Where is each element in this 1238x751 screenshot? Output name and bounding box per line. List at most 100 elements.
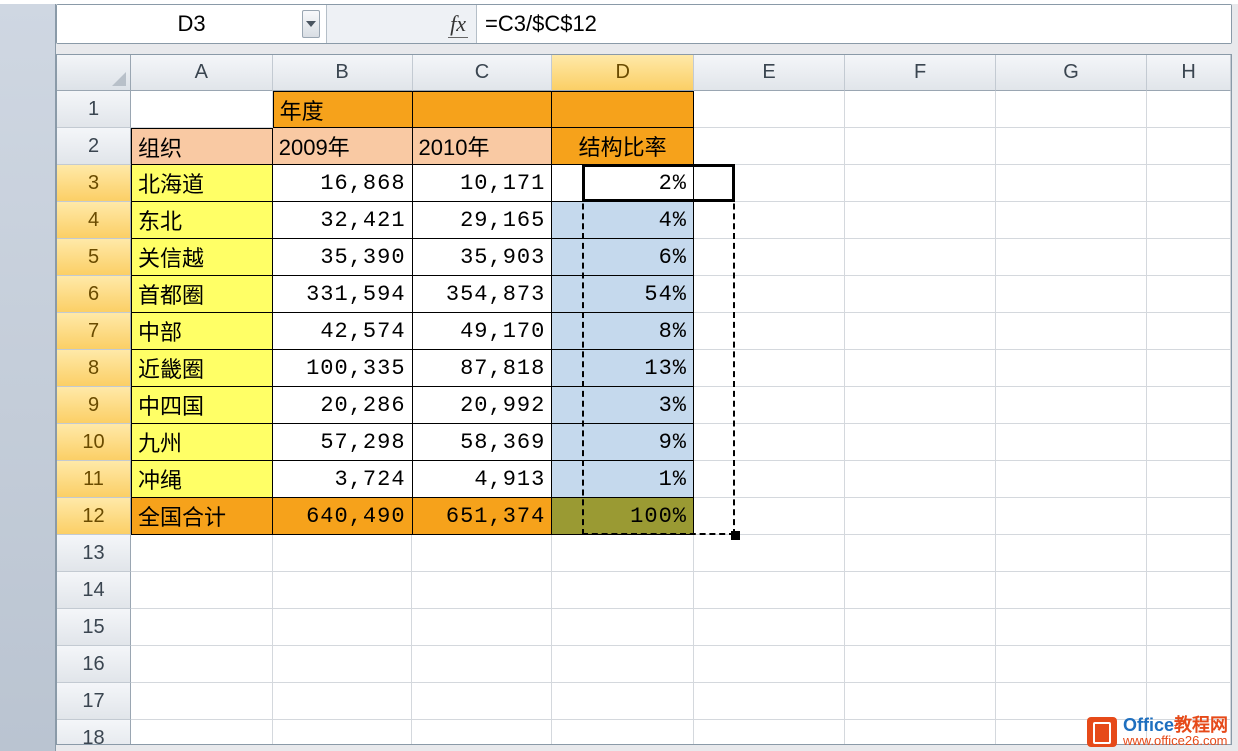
cell-empty[interactable] xyxy=(996,165,1147,202)
cell-empty[interactable] xyxy=(996,424,1147,461)
cell-empty[interactable] xyxy=(996,202,1147,239)
cell-empty[interactable] xyxy=(694,91,845,128)
cell-C1[interactable] xyxy=(413,91,553,128)
cell-2010-5[interactable]: 35,903 xyxy=(413,239,553,276)
cell-empty[interactable] xyxy=(1147,202,1231,239)
column-header-C[interactable]: C xyxy=(413,55,553,91)
cell-empty[interactable] xyxy=(552,720,694,745)
cell-2009-6[interactable]: 331,594 xyxy=(273,276,413,313)
select-all-corner[interactable] xyxy=(57,55,131,91)
cell-empty[interactable] xyxy=(694,646,845,683)
cell-2009-11[interactable]: 3,724 xyxy=(273,461,413,498)
cell-empty[interactable] xyxy=(1147,609,1231,646)
cell-empty[interactable] xyxy=(412,572,552,609)
cell-empty[interactable] xyxy=(996,609,1147,646)
cell-2010-3[interactable]: 10,171 xyxy=(413,165,553,202)
row-header-5[interactable]: 5 xyxy=(57,239,131,276)
row-header-10[interactable]: 10 xyxy=(57,424,131,461)
cell-empty[interactable] xyxy=(996,646,1147,683)
cell-2009-8[interactable]: 100,335 xyxy=(273,350,413,387)
row-header-12[interactable]: 12 xyxy=(57,498,131,535)
header-ratio[interactable]: 结构比率 xyxy=(552,128,694,165)
column-header-B[interactable]: B xyxy=(273,55,413,91)
cell-empty[interactable] xyxy=(845,387,996,424)
column-header-F[interactable]: F xyxy=(845,55,996,91)
cell-2009-4[interactable]: 32,421 xyxy=(273,202,413,239)
cell-empty[interactable] xyxy=(996,91,1147,128)
fill-handle[interactable] xyxy=(731,531,740,540)
row-header-6[interactable]: 6 xyxy=(57,276,131,313)
cell-empty[interactable] xyxy=(845,535,996,572)
cell-2010-11[interactable]: 4,913 xyxy=(413,461,553,498)
cell-ratio-10[interactable]: 9% xyxy=(552,424,694,461)
cell-empty[interactable] xyxy=(996,350,1147,387)
column-header-G[interactable]: G xyxy=(996,55,1147,91)
cell-empty[interactable] xyxy=(845,720,996,745)
row-header-4[interactable]: 4 xyxy=(57,202,131,239)
cell-empty[interactable] xyxy=(694,572,845,609)
cell-empty[interactable] xyxy=(1147,239,1231,276)
cell-ratio-8[interactable]: 13% xyxy=(552,350,694,387)
cell-2010-9[interactable]: 20,992 xyxy=(413,387,553,424)
cell-empty[interactable] xyxy=(694,276,845,313)
row-header-7[interactable]: 7 xyxy=(57,313,131,350)
cell-empty[interactable] xyxy=(1147,128,1231,165)
cell-empty[interactable] xyxy=(412,609,552,646)
cell-empty[interactable] xyxy=(131,683,273,720)
cell-ratio-6[interactable]: 54% xyxy=(552,276,694,313)
cell-empty[interactable] xyxy=(694,609,845,646)
row-header-11[interactable]: 11 xyxy=(57,461,131,498)
cell-empty[interactable] xyxy=(131,535,273,572)
cell-2010-4[interactable]: 29,165 xyxy=(413,202,553,239)
cell-empty[interactable] xyxy=(694,720,845,745)
cell-empty[interactable] xyxy=(845,165,996,202)
cell-empty[interactable] xyxy=(273,646,413,683)
cell-empty[interactable] xyxy=(694,535,845,572)
column-header-E[interactable]: E xyxy=(694,55,845,91)
cell-empty[interactable] xyxy=(412,535,552,572)
cell-D1[interactable] xyxy=(552,91,694,128)
cell-empty[interactable] xyxy=(845,276,996,313)
cell-empty[interactable] xyxy=(694,239,845,276)
cell-empty[interactable] xyxy=(552,572,694,609)
cell-empty[interactable] xyxy=(694,498,845,535)
cell-empty[interactable] xyxy=(273,720,413,745)
cell-total-org[interactable]: 全国合计 xyxy=(131,498,273,535)
name-box-dropdown-icon[interactable] xyxy=(302,10,320,38)
cell-empty[interactable] xyxy=(845,128,996,165)
cell-2010-8[interactable]: 87,818 xyxy=(413,350,553,387)
cell-empty[interactable] xyxy=(996,498,1147,535)
row-header-8[interactable]: 8 xyxy=(57,350,131,387)
fx-icon[interactable]: fx xyxy=(448,11,468,38)
header-2009[interactable]: 2009年 xyxy=(273,128,413,165)
cell-total-2009[interactable]: 640,490 xyxy=(273,498,413,535)
cell-org-11[interactable]: 冲绳 xyxy=(131,461,273,498)
cell-empty[interactable] xyxy=(694,165,845,202)
cell-2010-6[interactable]: 354,873 xyxy=(413,276,553,313)
row-header-16[interactable]: 16 xyxy=(57,646,131,683)
cell-ratio-3[interactable]: 2% xyxy=(552,165,694,202)
row-header-17[interactable]: 17 xyxy=(57,683,131,720)
cell-empty[interactable] xyxy=(552,609,694,646)
row-header-2[interactable]: 2 xyxy=(57,128,131,165)
cell-empty[interactable] xyxy=(1147,313,1231,350)
row-header-15[interactable]: 15 xyxy=(57,609,131,646)
cell-empty[interactable] xyxy=(1147,646,1231,683)
cell-empty[interactable] xyxy=(1147,350,1231,387)
cell-empty[interactable] xyxy=(845,609,996,646)
cell-2009-3[interactable]: 16,868 xyxy=(273,165,413,202)
cell-empty[interactable] xyxy=(996,535,1147,572)
cell-total-ratio[interactable]: 100% xyxy=(552,498,694,535)
cell-empty[interactable] xyxy=(1147,424,1231,461)
cell-org-6[interactable]: 首都圈 xyxy=(131,276,273,313)
cell-org-10[interactable]: 九州 xyxy=(131,424,273,461)
cell-empty[interactable] xyxy=(996,128,1147,165)
cell-A1[interactable] xyxy=(131,91,273,128)
cell-empty[interactable] xyxy=(845,683,996,720)
cell-empty[interactable] xyxy=(694,424,845,461)
cell-empty[interactable] xyxy=(131,609,273,646)
column-header-H[interactable]: H xyxy=(1147,55,1231,91)
cell-org-3[interactable]: 北海道 xyxy=(131,165,273,202)
cell-2009-10[interactable]: 57,298 xyxy=(273,424,413,461)
cell-total-2010[interactable]: 651,374 xyxy=(413,498,553,535)
